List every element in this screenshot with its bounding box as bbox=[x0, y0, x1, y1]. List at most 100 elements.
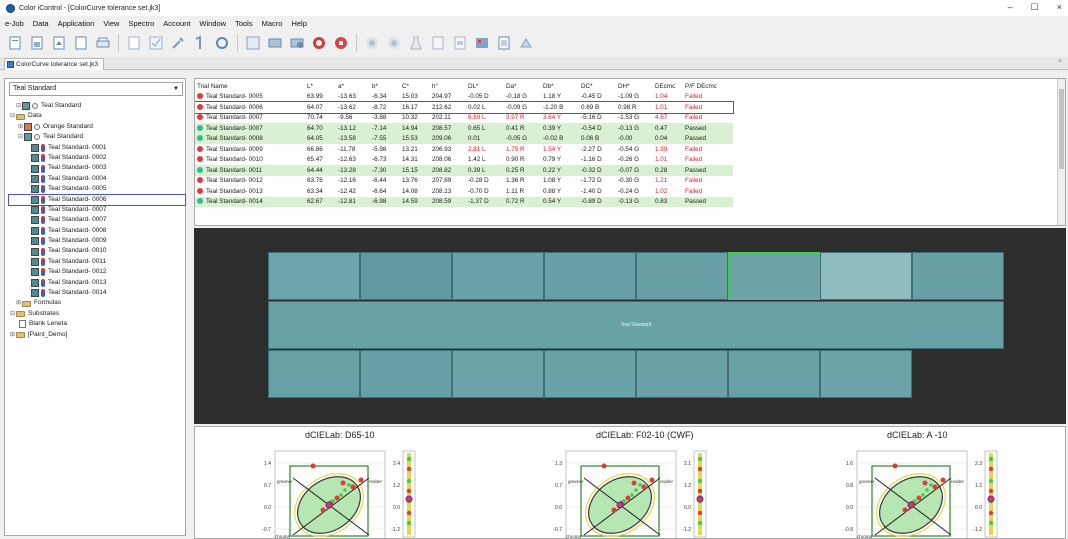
trial-swatch[interactable] bbox=[728, 350, 820, 398]
column-header[interactable]: DC* bbox=[579, 81, 616, 92]
table-row[interactable]: Teal Standard- 0014 62.67 -12.81 -6.98 14.59… bbox=[195, 196, 733, 207]
report-icon[interactable] bbox=[495, 34, 513, 52]
tree-item-substrates[interactable]: ⊟ Substrates bbox=[9, 309, 185, 319]
table-row[interactable]: Teal Standard- 0010 65.47 -12.63 -6.73 14.31… bbox=[195, 155, 733, 166]
column-header[interactable]: Db* bbox=[541, 81, 579, 92]
target-icon[interactable] bbox=[363, 34, 381, 52]
page-edit-icon[interactable] bbox=[451, 34, 469, 52]
tree-item-sample[interactable]: Teal Standard- 0007 bbox=[9, 215, 185, 225]
save-icon[interactable] bbox=[50, 34, 68, 52]
refresh-icon[interactable] bbox=[213, 34, 231, 52]
tree-item-sample[interactable]: Teal Standard- 0008 bbox=[9, 226, 185, 236]
document-icon[interactable] bbox=[72, 34, 90, 52]
standard-dropdown[interactable]: Teal Standard ▼ bbox=[9, 82, 183, 96]
trial-swatch[interactable] bbox=[636, 252, 728, 300]
table-row[interactable]: Teal Standard- 0007 70.74 -9.56 -3.88 10.32 2… bbox=[195, 113, 733, 124]
table-row[interactable]: Teal Standard- 0007 64.70 -13.12 -7.14 14.94… bbox=[195, 123, 733, 134]
column-header[interactable]: DL* bbox=[466, 81, 504, 92]
column-header[interactable]: P/F DEcmc bbox=[683, 81, 733, 92]
tree-item-root-standard[interactable]: ⊟ Teal Standard bbox=[9, 101, 185, 111]
menu-view[interactable]: View bbox=[103, 19, 119, 28]
export-icon[interactable] bbox=[517, 34, 535, 52]
column-header[interactable]: h° bbox=[430, 81, 466, 92]
grid-icon[interactable] bbox=[244, 34, 262, 52]
measure-icon[interactable] bbox=[288, 34, 306, 52]
expand-icon[interactable]: ⊟ bbox=[15, 101, 22, 111]
trial-swatch[interactable] bbox=[360, 252, 452, 300]
spectro-red-icon[interactable] bbox=[310, 34, 328, 52]
trial-swatch[interactable] bbox=[360, 350, 452, 398]
close-button[interactable]: × bbox=[1057, 2, 1062, 13]
print-icon[interactable] bbox=[94, 34, 112, 52]
check-icon[interactable] bbox=[147, 34, 165, 52]
column-header[interactable]: C* bbox=[400, 81, 430, 92]
expand-icon[interactable]: ⊟ bbox=[9, 309, 16, 319]
tree-item-teal-standard[interactable]: ⊟ Teal Standard bbox=[9, 132, 185, 142]
spectro-icon[interactable] bbox=[332, 34, 350, 52]
tree-item-paint-demo[interactable]: ⊞ [Paint_Demo] bbox=[9, 330, 185, 340]
tools-icon[interactable] bbox=[169, 34, 187, 52]
column-header[interactable]: Trial Name bbox=[195, 81, 305, 92]
scrollbar-thumb[interactable] bbox=[1059, 89, 1064, 169]
trial-swatch[interactable] bbox=[820, 350, 912, 398]
table-row[interactable]: Teal Standard- 0008 64.05 -13.58 -7.55 15.53… bbox=[195, 133, 733, 144]
expand-icon[interactable]: ⊟ bbox=[9, 111, 16, 121]
document-tab[interactable]: ColorCurve tolerance set.jk3 bbox=[4, 58, 105, 70]
minimize-button[interactable]: – bbox=[1008, 2, 1013, 13]
target2-icon[interactable] bbox=[385, 34, 403, 52]
trial-swatch[interactable] bbox=[544, 252, 636, 300]
tree-item-orange-standard[interactable]: ⊞ Orange Standard bbox=[9, 122, 185, 132]
table-row[interactable]: Teal Standard- 0009 66.86 -11.78 -5.98 13.21… bbox=[195, 144, 733, 155]
table-row[interactable]: Teal Standard- 0006 64.07 -13.62 -8.72 16.17… bbox=[195, 101, 734, 114]
tree-item-sample[interactable]: Teal Standard- 0002 bbox=[9, 153, 185, 163]
menu-account[interactable]: Account bbox=[163, 19, 190, 28]
tree-item-sample[interactable]: Teal Standard- 0009 bbox=[9, 236, 185, 246]
trial-swatch[interactable] bbox=[268, 350, 360, 398]
tree-item-sample[interactable]: Teal Standard- 0012 bbox=[9, 267, 185, 277]
open-icon[interactable] bbox=[28, 34, 46, 52]
trial-swatch[interactable] bbox=[728, 252, 820, 300]
tree-item-sample[interactable]: Teal Standard- 0003 bbox=[9, 163, 185, 173]
tree-item-sample[interactable]: Teal Standard- 0007 bbox=[9, 205, 185, 215]
tree-item-blank-leneta[interactable]: Blank Leneta bbox=[9, 319, 185, 329]
tree-item-sample[interactable]: Teal Standard- 0014 bbox=[9, 288, 185, 298]
tree-item-sample[interactable]: Teal Standard- 0013 bbox=[9, 278, 185, 288]
menu-macro[interactable]: Macro bbox=[262, 19, 283, 28]
standard-swatch[interactable]: Teal Standard bbox=[268, 301, 1004, 349]
trial-swatch[interactable] bbox=[544, 350, 636, 398]
page-add-icon[interactable] bbox=[429, 34, 447, 52]
tree-item-sample[interactable]: Teal Standard- 0004 bbox=[9, 174, 185, 184]
rotate-icon[interactable] bbox=[191, 34, 209, 52]
table-row[interactable]: Teal Standard- 0012 63.76 -12.16 -6.44 13.76… bbox=[195, 176, 733, 187]
close-tab-icon[interactable]: × bbox=[1058, 58, 1062, 65]
tree-item-sample[interactable]: Teal Standard- 0001 bbox=[9, 143, 185, 153]
trial-swatch[interactable] bbox=[452, 252, 544, 300]
maximize-button[interactable]: ☐ bbox=[1031, 2, 1039, 13]
column-header[interactable]: Da* bbox=[504, 81, 541, 92]
expand-icon[interactable]: ⊟ bbox=[17, 132, 24, 142]
column-header[interactable]: DEcmc bbox=[653, 81, 683, 92]
tree-item-sample[interactable]: Teal Standard- 0006 bbox=[8, 193, 186, 206]
trial-swatch[interactable] bbox=[636, 350, 728, 398]
column-header[interactable]: L* bbox=[305, 81, 336, 92]
page-icon[interactable] bbox=[125, 34, 143, 52]
cut-icon[interactable] bbox=[266, 34, 284, 52]
expand-icon[interactable]: ⊞ bbox=[9, 330, 16, 340]
menu-data[interactable]: Data bbox=[33, 19, 49, 28]
expand-icon[interactable]: ⊞ bbox=[15, 298, 22, 308]
menu-help[interactable]: Help bbox=[291, 19, 306, 28]
trial-swatch[interactable] bbox=[452, 350, 544, 398]
menu-window[interactable]: Window bbox=[199, 19, 226, 28]
tree-item-sample[interactable]: Teal Standard- 0005 bbox=[9, 184, 185, 194]
tree-item-data[interactable]: ⊟ Data bbox=[9, 111, 185, 121]
table-row[interactable]: Teal Standard- 0005 63.99 -13.63 -6.34 15.03… bbox=[195, 92, 733, 103]
tree-item-formulas[interactable]: ⊞ Formulas bbox=[9, 298, 185, 308]
table-row[interactable]: Teal Standard- 0013 63.34 -12.42 -6.64 14.08… bbox=[195, 186, 733, 197]
column-header[interactable]: DH* bbox=[616, 81, 653, 92]
column-header[interactable]: b* bbox=[370, 81, 400, 92]
menu-tools[interactable]: Tools bbox=[235, 19, 253, 28]
vertical-scrollbar[interactable] bbox=[1057, 79, 1065, 225]
expand-icon[interactable]: ⊞ bbox=[17, 122, 24, 132]
new-job-icon[interactable] bbox=[6, 34, 24, 52]
tree-item-sample[interactable]: Teal Standard- 0010 bbox=[9, 246, 185, 256]
